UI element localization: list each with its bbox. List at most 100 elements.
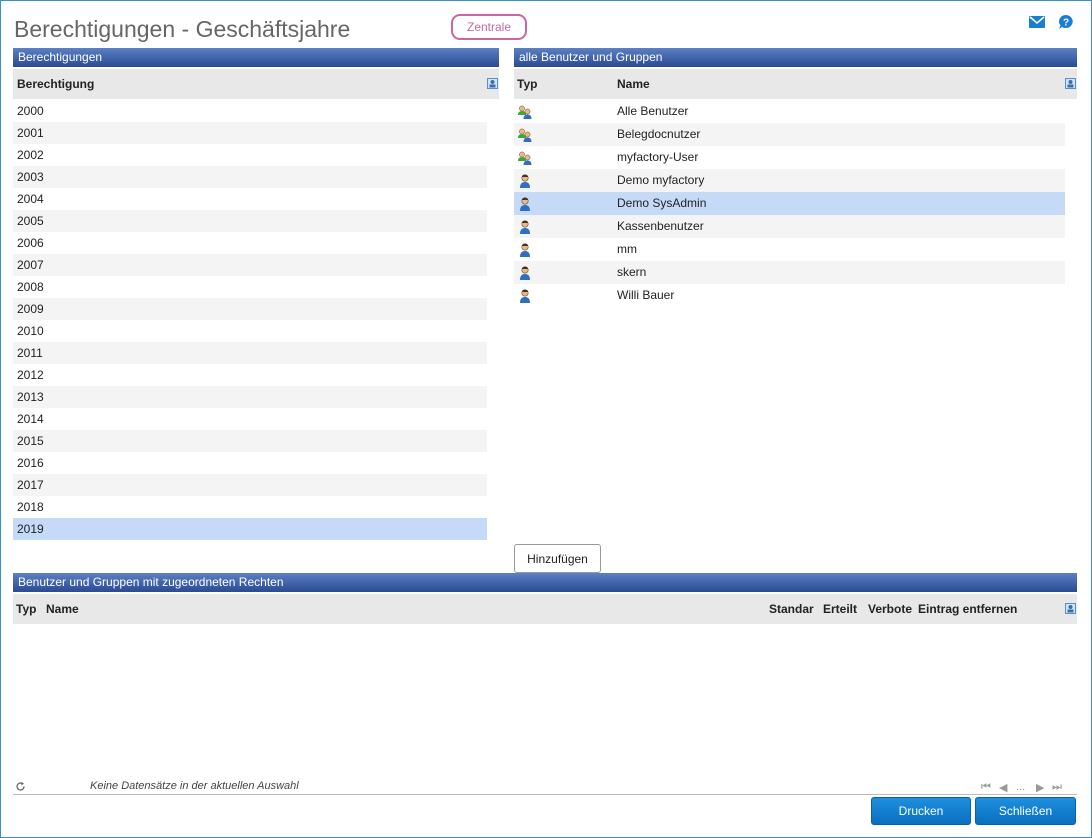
close-button[interactable]: Schließen [975, 797, 1076, 825]
list-item[interactable]: 2002 [13, 144, 487, 166]
list-item[interactable]: 2017 [13, 474, 487, 496]
column-typ[interactable]: Typ [517, 69, 537, 99]
list-item-label: 2001 [17, 126, 44, 140]
list-item-label: Belegdocnutzer [617, 127, 701, 141]
list-item[interactable]: Belegdocnutzer [514, 123, 1065, 146]
list-item-label: 2004 [17, 192, 44, 206]
help-icon[interactable]: ? [1058, 15, 1074, 29]
list-item[interactable]: 2004 [13, 188, 487, 210]
list-item[interactable]: 2018 [13, 496, 487, 518]
list-item[interactable]: 2015 [13, 430, 487, 452]
list-item-label: 2008 [17, 280, 44, 294]
bottom-panel-header: Benutzer und Gruppen mit zugeordneten Re… [13, 573, 1077, 592]
list-item-label: 2014 [17, 412, 44, 426]
list-item[interactable]: 2006 [13, 232, 487, 254]
list-item-label: 2007 [17, 258, 44, 272]
list-item-label: Demo myfactory [617, 173, 705, 187]
list-item[interactable]: 2014 [13, 408, 487, 430]
list-item[interactable]: 2012 [13, 364, 487, 386]
list-item[interactable]: 2008 [13, 276, 487, 298]
list-item-label: skern [617, 265, 647, 279]
list-item-label: Kassenbenutzer [617, 219, 704, 233]
column-eintrag-entfernen[interactable]: Eintrag entfernen [918, 594, 1017, 624]
list-item-label: 2012 [17, 368, 44, 382]
list-item[interactable]: 2011 [13, 342, 487, 364]
list-item-label: 2017 [17, 478, 44, 492]
list-item[interactable]: 2013 [13, 386, 487, 408]
left-column-header: Berechtigung [13, 69, 499, 99]
status-text: Keine Datensätze in der aktuellen Auswah… [90, 780, 299, 792]
bottom-column-header: Typ Name Standar Erteilt Verbote Eintrag… [13, 594, 1077, 624]
list-item[interactable]: myfactory-User [514, 146, 1065, 169]
user-icon [517, 242, 533, 258]
prev-page-icon[interactable]: ◀ [999, 781, 1007, 794]
list-item[interactable]: Willi Bauer [514, 284, 1065, 307]
column-erteilt[interactable]: Erteilt [823, 594, 857, 624]
list-item-label: 2018 [17, 500, 44, 514]
first-page-icon[interactable]: ⏮ [981, 781, 991, 794]
column-berechtigung[interactable]: Berechtigung [17, 69, 94, 99]
list-item-label: mm [617, 242, 637, 256]
list-item[interactable]: 2009 [13, 298, 487, 320]
user-icon [517, 173, 533, 189]
user-icon [517, 288, 533, 304]
list-item-label: Demo SysAdmin [617, 196, 707, 210]
last-page-icon[interactable]: ⏭ [1052, 781, 1062, 794]
column-verbote[interactable]: Verbote [868, 594, 912, 624]
user-icon [517, 219, 533, 235]
list-item-label: 2005 [17, 214, 44, 228]
list-item-label: 2003 [17, 170, 44, 184]
right-panel-header: alle Benutzer und Gruppen [514, 48, 1077, 67]
list-item[interactable]: 2019 [13, 518, 487, 540]
list-item-label: Willi Bauer [617, 288, 675, 302]
column-chooser-icon[interactable] [487, 78, 498, 89]
user-icon [517, 196, 533, 212]
list-item-label: 2016 [17, 456, 44, 470]
list-item-label: 2019 [17, 522, 44, 536]
mail-icon[interactable] [1029, 15, 1045, 29]
list-item[interactable]: 2007 [13, 254, 487, 276]
add-button[interactable]: Hinzufügen [514, 544, 601, 573]
list-item-label: 2002 [17, 148, 44, 162]
list-item-label: 2006 [17, 236, 44, 250]
right-column-header: Typ Name [514, 69, 1077, 99]
column-typ[interactable]: Typ [16, 594, 36, 624]
list-item[interactable]: Demo myfactory [514, 169, 1065, 192]
column-standard[interactable]: Standar [769, 594, 814, 624]
list-item-label: 2015 [17, 434, 44, 448]
list-item[interactable]: 2016 [13, 452, 487, 474]
list-item-label: myfactory-User [617, 150, 699, 164]
next-page-icon[interactable]: ▶ [1036, 781, 1044, 794]
status-divider [13, 794, 1077, 795]
svg-text:?: ? [1063, 18, 1069, 29]
list-item-label: 2009 [17, 302, 44, 316]
list-item[interactable]: mm [514, 238, 1065, 261]
list-item[interactable]: 2010 [13, 320, 487, 342]
column-name[interactable]: Name [46, 594, 79, 624]
list-item[interactable]: skern [514, 261, 1065, 284]
user-icon [517, 265, 533, 281]
list-item[interactable]: Demo SysAdmin [514, 192, 1065, 215]
list-item-label: 2010 [17, 324, 44, 338]
list-item[interactable]: Kassenbenutzer [514, 215, 1065, 238]
list-item[interactable]: 2003 [13, 166, 487, 188]
list-item-label: 2013 [17, 390, 44, 404]
list-item-label: 2011 [17, 346, 43, 360]
refresh-icon[interactable] [15, 781, 26, 792]
list-item-label: 2000 [17, 104, 44, 118]
column-chooser-icon[interactable] [1065, 78, 1076, 89]
list-item[interactable]: 2000 [13, 100, 487, 122]
user-group-icon [517, 127, 533, 143]
page-ellipsis: ... [1016, 781, 1026, 793]
user-group-icon [517, 104, 533, 120]
page-title: Berechtigungen - Geschäftsjahre [14, 16, 351, 42]
list-item[interactable]: Alle Benutzer [514, 100, 1065, 123]
user-group-icon [517, 150, 533, 166]
column-name[interactable]: Name [617, 69, 650, 99]
list-item-label: Alle Benutzer [617, 104, 689, 118]
list-item[interactable]: 2001 [13, 122, 487, 144]
print-button[interactable]: Drucken [871, 797, 971, 825]
column-chooser-icon[interactable] [1065, 603, 1076, 614]
zentrale-badge[interactable]: Zentrale [451, 14, 527, 40]
list-item[interactable]: 2005 [13, 210, 487, 232]
